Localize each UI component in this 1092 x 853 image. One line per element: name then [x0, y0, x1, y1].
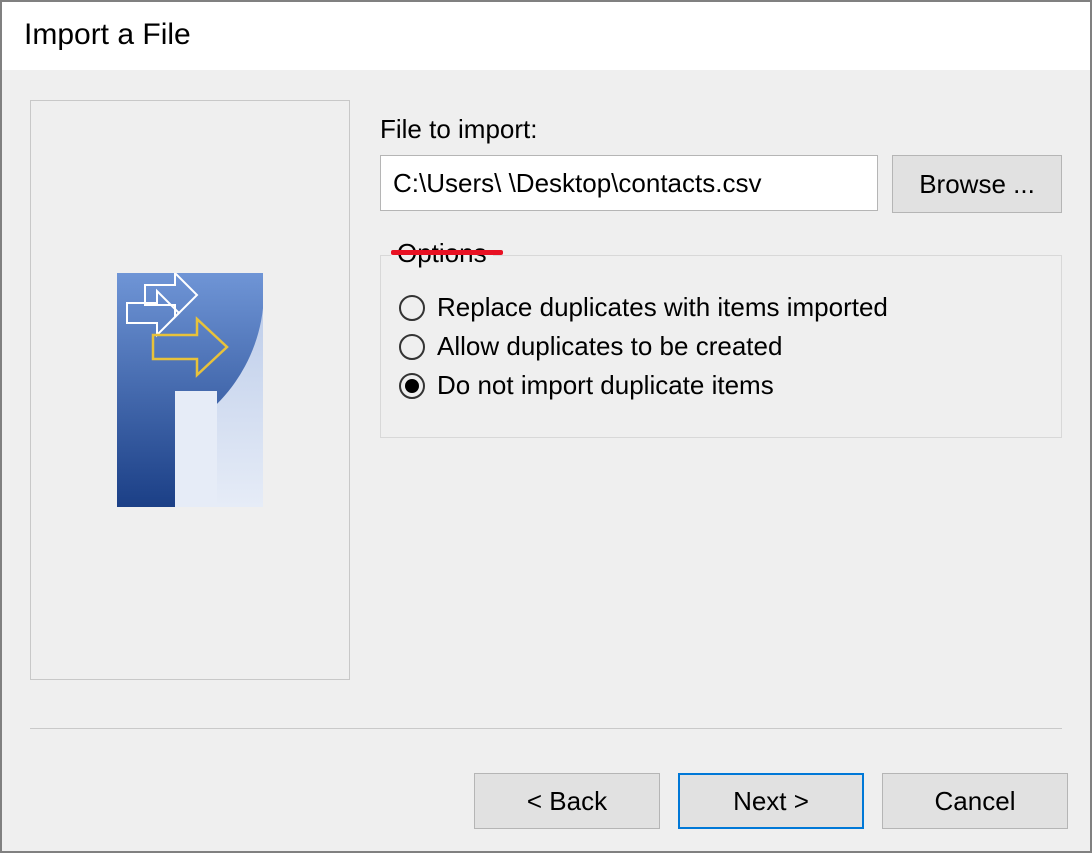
browse-button[interactable]: Browse ... — [892, 155, 1062, 213]
wizard-content: File to import: C:\Users\ \Desktop\conta… — [380, 114, 1062, 438]
wizard-side-image-panel — [30, 100, 350, 680]
file-to-import-label: File to import: — [380, 114, 1062, 145]
option-label: Replace duplicates with items imported — [437, 292, 888, 323]
radio-icon — [399, 373, 425, 399]
separator-line — [30, 728, 1062, 729]
radio-icon — [399, 334, 425, 360]
back-button[interactable]: < Back — [474, 773, 660, 829]
option-radio-1[interactable]: Allow duplicates to be created — [399, 331, 1043, 362]
options-group: Options Replace duplicates with items im… — [380, 255, 1062, 438]
radio-icon — [399, 295, 425, 321]
annotation-underline — [391, 250, 503, 255]
file-path-input[interactable]: C:\Users\ \Desktop\contacts.csv — [380, 155, 878, 211]
option-radio-2[interactable]: Do not import duplicate items — [399, 370, 1043, 401]
dialog-body: File to import: C:\Users\ \Desktop\conta… — [2, 70, 1090, 851]
import-arrows-icon — [117, 273, 263, 507]
option-label: Allow duplicates to be created — [437, 331, 782, 362]
dialog-title: Import a File — [2, 2, 1090, 70]
next-button[interactable]: Next > — [678, 773, 864, 829]
file-row: C:\Users\ \Desktop\contacts.csv Browse .… — [380, 155, 1062, 213]
cancel-button[interactable]: Cancel — [882, 773, 1068, 829]
option-radio-0[interactable]: Replace duplicates with items imported — [399, 292, 1043, 323]
wizard-buttons: < Back Next > Cancel — [474, 773, 1068, 829]
wizard-dialog: Import a File — [0, 0, 1092, 853]
options-legend: Options — [391, 238, 493, 269]
option-label: Do not import duplicate items — [437, 370, 774, 401]
